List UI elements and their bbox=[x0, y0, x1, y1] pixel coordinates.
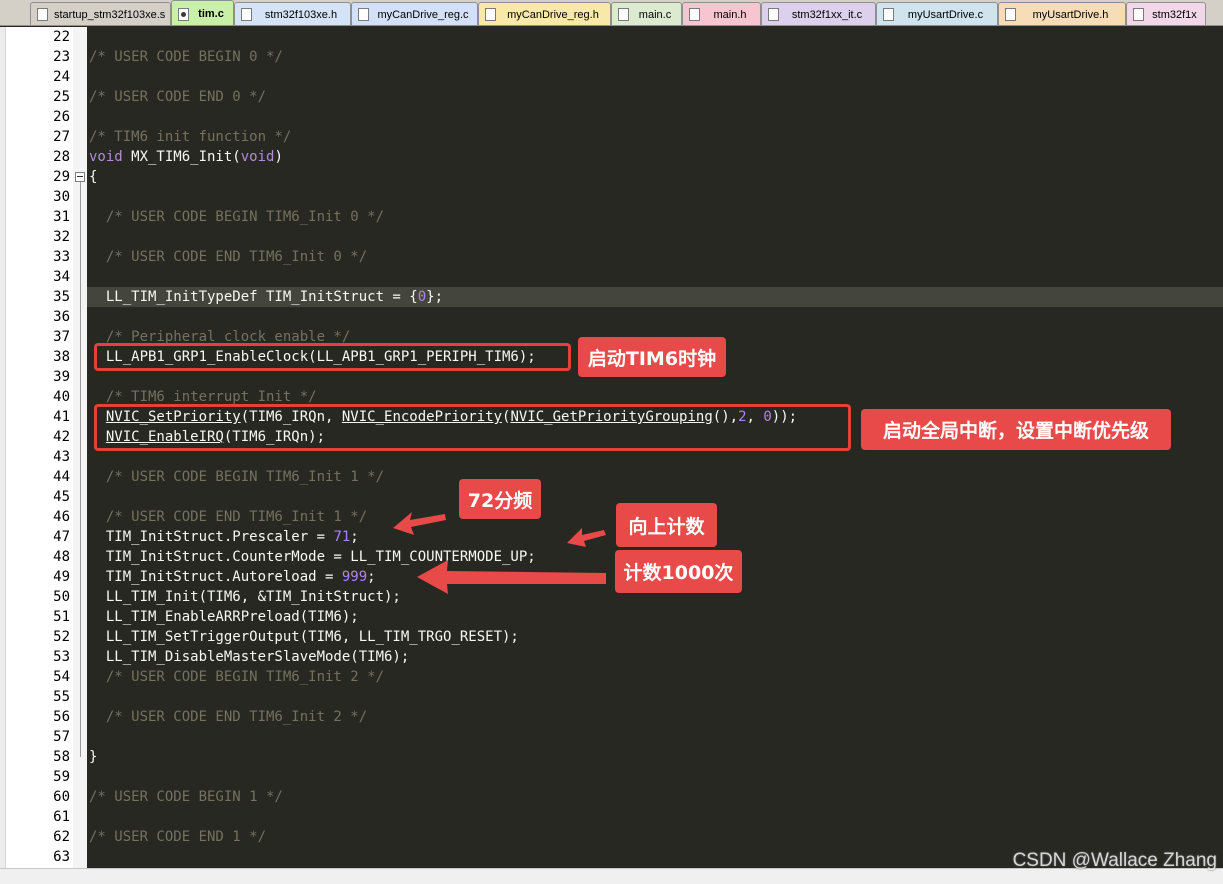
tab-tim-c[interactable]: tim.c bbox=[171, 0, 234, 25]
tab-label: tim.c bbox=[198, 8, 224, 20]
arrow-prescaler bbox=[393, 512, 446, 535]
arrow-autoreload bbox=[417, 560, 606, 594]
file-icon bbox=[178, 7, 189, 21]
watermark: CSDN @Wallace Zhang bbox=[1012, 850, 1217, 871]
arrow-countup bbox=[567, 528, 606, 547]
annotation-arrows bbox=[393, 512, 606, 594]
